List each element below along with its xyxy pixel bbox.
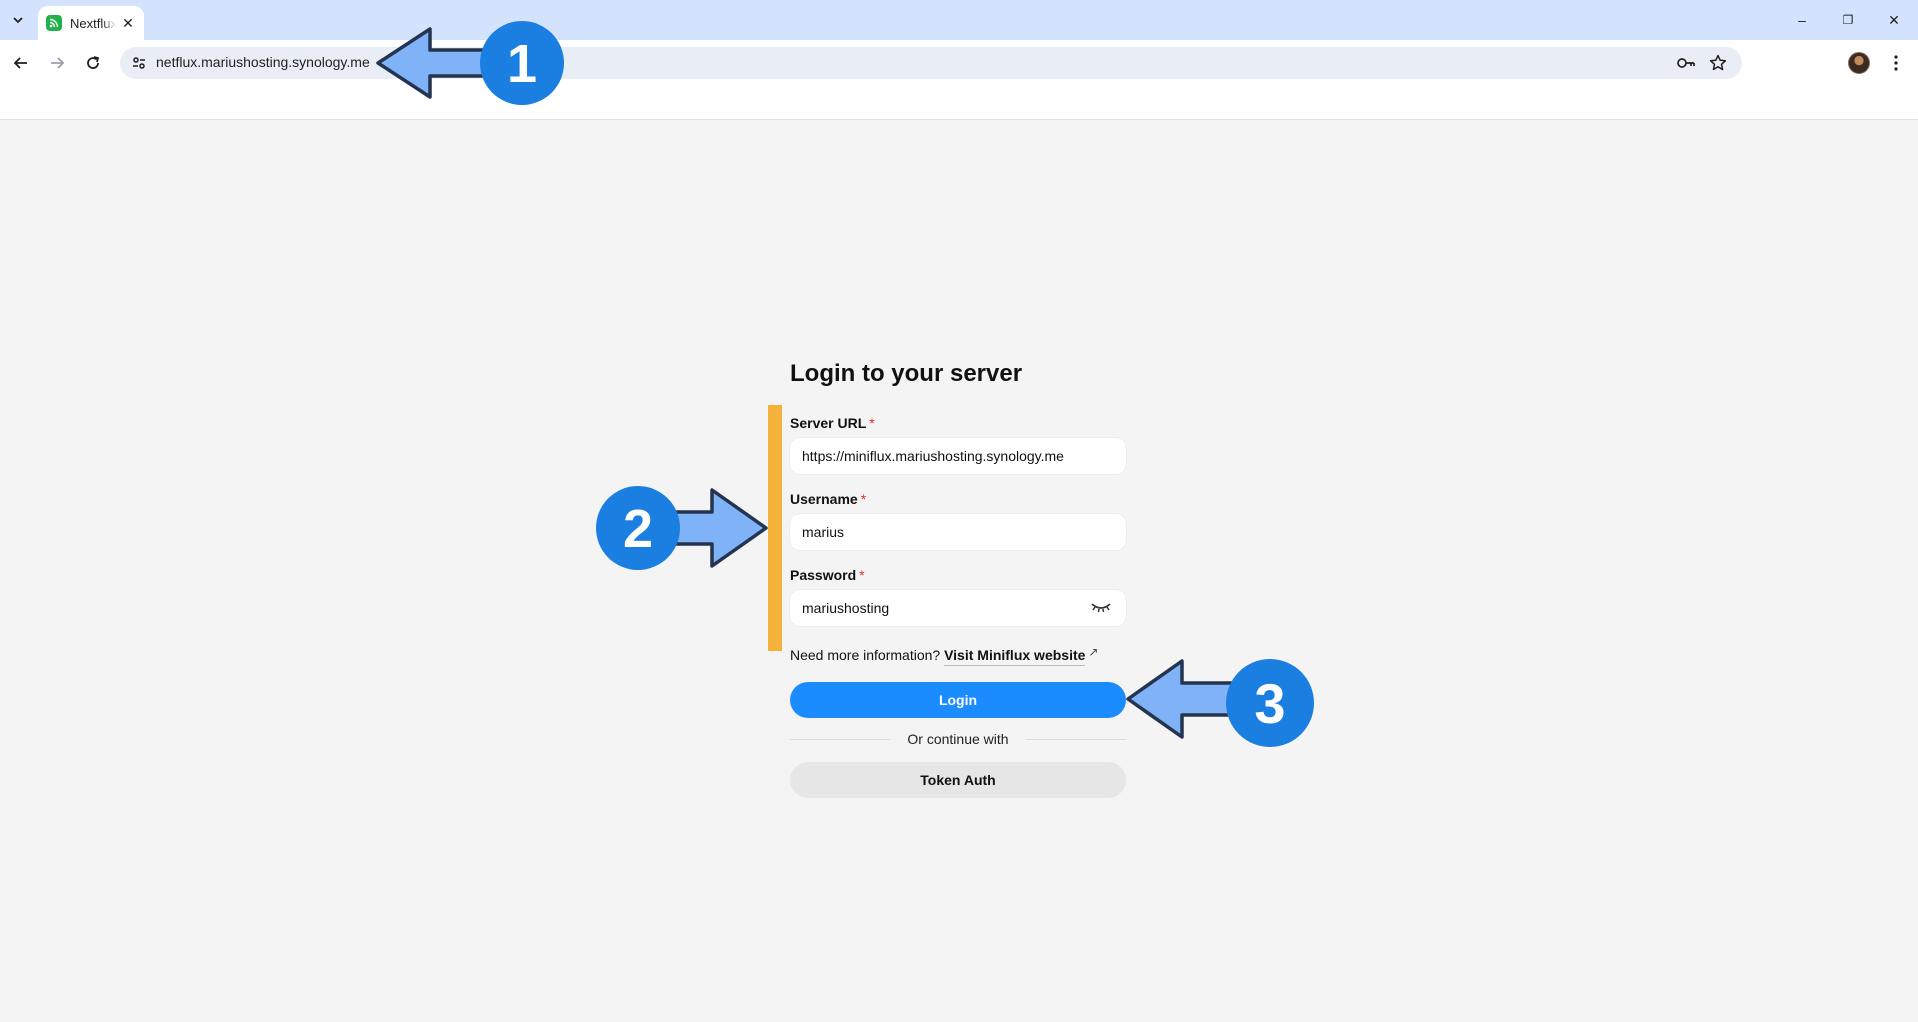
annotation-arrow-1 bbox=[376, 27, 494, 99]
annotation-badge-3: 3 bbox=[1226, 659, 1314, 747]
annotation-badge-1: 1 bbox=[480, 21, 564, 105]
svg-text:3: 3 bbox=[1254, 672, 1285, 735]
svg-text:1: 1 bbox=[507, 34, 537, 94]
svg-text:2: 2 bbox=[623, 499, 653, 559]
tutorial-annotations: 1 2 3 bbox=[376, 21, 1314, 747]
annotation-badge-2: 2 bbox=[596, 486, 680, 570]
annotation-arrow-3 bbox=[1126, 659, 1242, 739]
